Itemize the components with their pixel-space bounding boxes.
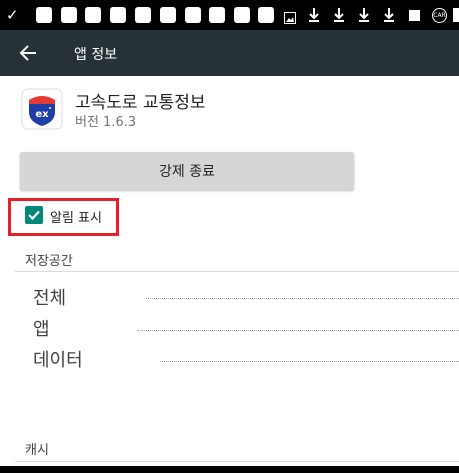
svg-text:ex: ex xyxy=(35,109,49,120)
storage-row-data-leader xyxy=(160,361,459,362)
app-name: 고속도로 교통정보 xyxy=(75,93,206,113)
storage-row-app-label: 앱 xyxy=(33,319,50,340)
download-icon xyxy=(333,7,345,27)
status-bar: ✓ CAR xyxy=(0,0,459,30)
notification-icon xyxy=(135,7,151,23)
back-button[interactable] xyxy=(8,33,48,73)
check-icon xyxy=(28,210,40,221)
notification-icon xyxy=(234,7,250,23)
notification-label: 알림 표시 xyxy=(50,211,102,226)
battery-icon xyxy=(453,8,459,22)
storage-row-total-label: 전체 xyxy=(33,288,67,309)
storage-row-data-label: 데이터 xyxy=(33,350,83,371)
notification-icon xyxy=(160,7,176,23)
download-icon xyxy=(308,7,320,27)
notification-icon xyxy=(185,7,201,23)
storage-row-app-leader xyxy=(137,330,459,331)
divider xyxy=(15,461,459,462)
storage-header: 저장공간 xyxy=(25,254,73,269)
notification-icon xyxy=(85,7,101,23)
cache-header: 캐시 xyxy=(25,443,49,458)
storage-row-total-leader xyxy=(146,298,459,299)
notification-icon xyxy=(110,7,126,23)
divider xyxy=(15,271,459,272)
navigation-bar xyxy=(0,466,459,473)
download-icon xyxy=(358,7,370,27)
app-icon: ex xyxy=(21,88,63,130)
download-icon xyxy=(383,7,395,27)
stop-icon xyxy=(409,10,420,21)
notification-icon xyxy=(209,7,225,23)
notification-icon xyxy=(61,7,77,23)
page-title: 앱 정보 xyxy=(74,47,118,63)
car-mode-icon: CAR xyxy=(432,8,447,23)
notification-checkbox[interactable] xyxy=(25,206,43,224)
image-icon xyxy=(284,9,296,28)
notification-icon xyxy=(258,7,274,23)
app-bar: 앱 정보 xyxy=(0,30,459,76)
notification-glyph-icon: ✓ xyxy=(6,6,19,24)
force-stop-button[interactable]: 강제 종료 xyxy=(20,152,354,190)
arrow-back-icon xyxy=(19,45,36,61)
notification-icon xyxy=(36,7,52,23)
app-version: 버전 1.6.3 xyxy=(75,115,137,130)
